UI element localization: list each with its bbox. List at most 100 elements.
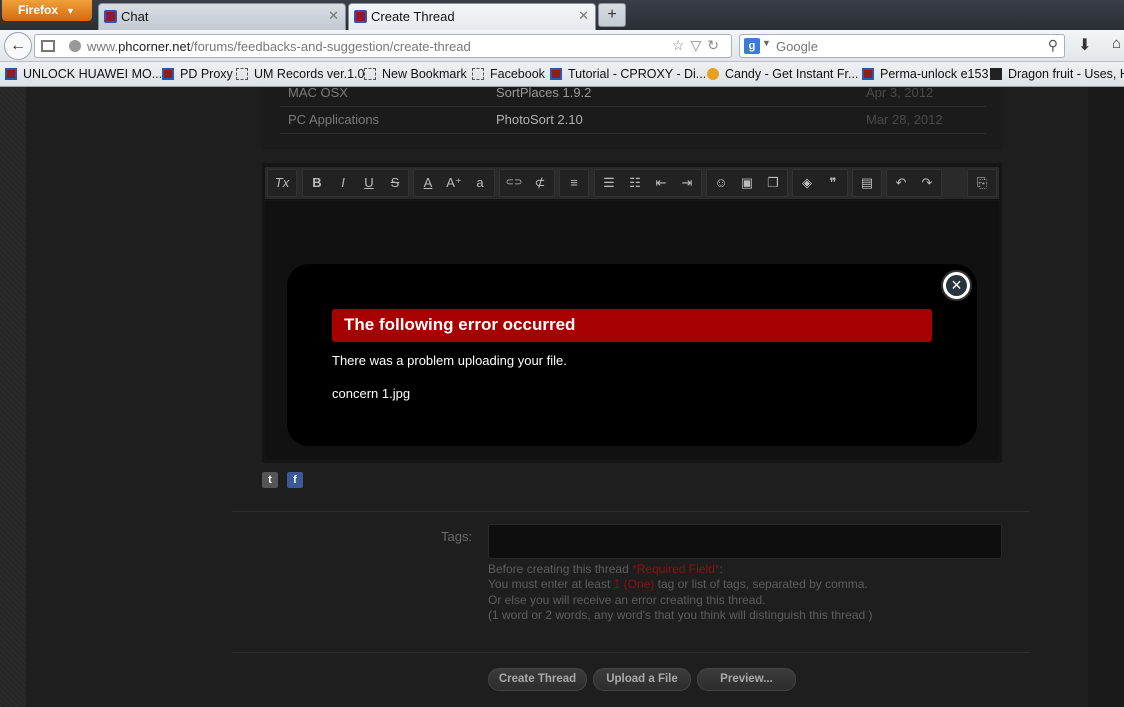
search-engine-dropdown-icon[interactable]: ▼: [762, 38, 771, 48]
bookmark-label: UM Records ver.1.0: [254, 67, 365, 81]
numbered-list-icon[interactable]: ☷: [624, 175, 646, 191]
link-icon[interactable]: ⊂⊃: [503, 177, 525, 188]
chevron-down-icon: ▼: [66, 6, 75, 16]
back-arrow-icon: ←: [10, 37, 26, 54]
close-icon: ×: [946, 275, 967, 296]
indent-icon[interactable]: ⇥: [676, 175, 698, 191]
error-title: The following error occurred: [332, 309, 932, 342]
bookmark-label: New Bookmark: [382, 67, 467, 81]
blank-page-icon: [472, 68, 484, 80]
bookmark-item[interactable]: Perma-unlock e153: [862, 67, 988, 81]
toolbar-group: ⊂⊃ ⊄: [499, 169, 555, 197]
back-button[interactable]: ←: [4, 32, 32, 60]
save-draft-icon[interactable]: ▤: [856, 175, 878, 191]
close-tab-icon[interactable]: ✕: [328, 8, 339, 24]
tags-hint-line4: (1 word or 2 words, any word's that you …: [488, 608, 873, 622]
search-placeholder: Google: [776, 39, 818, 54]
right-gutter: [1088, 87, 1124, 707]
hint-emphasis: 1 (One): [613, 577, 655, 591]
phcorner-favicon-icon: [104, 10, 117, 23]
toggle-source-icon[interactable]: ⎘: [971, 175, 993, 191]
bookmark-label: UNLOCK HUAWEI MO...: [23, 67, 163, 81]
dropdown-icon[interactable]: ▽: [690, 37, 707, 53]
bookmark-item[interactable]: New Bookmark: [364, 67, 467, 81]
left-gutter: [0, 87, 26, 707]
firefox-menu-label: Firefox: [18, 3, 59, 17]
url-path: /forums/feedbacks-and-suggestion/create-…: [190, 39, 471, 54]
font-family-icon[interactable]: a: [469, 175, 491, 190]
divider: [232, 652, 1030, 653]
recent-threads-table: MAC OSX SortPlaces 1.9.2 Apr 3, 2012 PC …: [262, 85, 1002, 149]
bookmark-item[interactable]: Dragon fruit - Uses, H: [990, 67, 1124, 81]
undo-icon[interactable]: ↶: [890, 175, 912, 191]
download-icon[interactable]: ⬇: [1078, 35, 1091, 55]
smilie-icon[interactable]: ☺: [710, 175, 732, 190]
tags-label: Tags:: [441, 529, 473, 544]
twitter-icon[interactable]: t: [262, 472, 278, 488]
row-title[interactable]: SortPlaces 1.9.2: [496, 85, 591, 100]
toolbar-group: ◈ ❞: [792, 169, 848, 197]
bookmark-star-icon[interactable]: ☆: [672, 37, 691, 53]
new-tab-button[interactable]: +: [598, 3, 626, 27]
bookmark-item[interactable]: UM Records ver.1.0: [236, 67, 364, 81]
table-row[interactable]: PC Applications PhotoSort 2.10 Mar 28, 2…: [280, 107, 986, 134]
redo-icon[interactable]: ↷: [916, 175, 938, 191]
bookmark-label: Dragon fruit - Uses, H: [1008, 67, 1124, 81]
bold-icon[interactable]: B: [306, 175, 328, 190]
bookmark-label: Perma-unlock e153: [880, 67, 989, 81]
home-icon[interactable]: ⌂: [1112, 35, 1121, 52]
bullet-list-icon[interactable]: ☰: [598, 175, 620, 191]
unlink-icon[interactable]: ⊄: [529, 175, 551, 191]
blank-page-icon: [236, 68, 248, 80]
google-icon[interactable]: g: [744, 38, 760, 54]
bookmark-item[interactable]: Facebook: [472, 67, 545, 81]
bookmark-label: Tutorial - CPROXY - Di...: [568, 67, 707, 81]
tab-create-thread[interactable]: Create Thread ✕: [348, 3, 596, 30]
hint-text: You must enter at least: [488, 577, 614, 591]
remove-format-icon[interactable]: Tx: [271, 175, 293, 190]
text-color-icon[interactable]: A: [417, 175, 439, 190]
font-size-icon[interactable]: A⁺: [443, 175, 465, 191]
candy-icon: [707, 68, 719, 80]
tags-hint-line2: You must enter at least 1 (One) tag or l…: [488, 577, 868, 591]
strikethrough-icon[interactable]: S: [384, 175, 406, 190]
toolbar-group: ↶ ↷: [886, 169, 942, 197]
url-domain: phcorner.net: [118, 39, 191, 54]
bookmark-item[interactable]: UNLOCK HUAWEI MO...: [5, 67, 162, 81]
quote-icon[interactable]: ❞: [822, 175, 844, 191]
tab-label: Chat: [121, 9, 149, 24]
bookmark-item[interactable]: Candy - Get Instant Fr...: [707, 67, 858, 81]
upload-file-button[interactable]: Upload a File: [593, 668, 691, 691]
site-identity-icon[interactable]: [69, 40, 81, 52]
tags-input[interactable]: [488, 524, 1002, 559]
underline-icon[interactable]: U: [358, 175, 380, 190]
italic-icon[interactable]: I: [332, 175, 354, 190]
modal-close-button[interactable]: ×: [943, 272, 970, 299]
reload-icon[interactable]: ↻: [707, 37, 725, 53]
close-tab-icon[interactable]: ✕: [578, 8, 589, 24]
bookmark-item[interactable]: Tutorial - CPROXY - Di...: [550, 67, 706, 81]
image-icon[interactable]: ▣: [736, 175, 758, 191]
error-filename: concern 1.jpg: [332, 386, 411, 401]
media-icon[interactable]: ❐: [762, 175, 784, 191]
facebook-icon[interactable]: f: [287, 472, 303, 488]
preview-button[interactable]: Preview...: [697, 668, 796, 691]
outdent-icon[interactable]: ⇤: [650, 175, 672, 191]
divider: [232, 511, 1030, 512]
firefox-menu-button[interactable]: Firefox ▼: [2, 0, 92, 21]
row-date: Apr 3, 2012: [866, 85, 934, 100]
toolbar-group: ☰ ☷ ⇤ ⇥: [594, 169, 702, 197]
search-bar[interactable]: g ▼ Google ⚲: [739, 34, 1065, 58]
phcorner-icon: [862, 68, 874, 80]
align-icon[interactable]: ≡: [563, 175, 585, 190]
row-title[interactable]: PhotoSort 2.10: [496, 112, 583, 127]
table-row[interactable]: MAC OSX SortPlaces 1.9.2 Apr 3, 2012: [280, 80, 986, 107]
hint-text: :: [719, 562, 723, 576]
search-icon[interactable]: ⚲: [1048, 37, 1058, 54]
bookmark-item[interactable]: PD Proxy: [162, 67, 233, 81]
create-thread-button[interactable]: Create Thread: [488, 668, 587, 691]
tab-chat[interactable]: Chat ✕: [98, 3, 346, 30]
code-icon[interactable]: ◈: [796, 175, 818, 191]
toolbar-group: ☺ ▣ ❐: [706, 169, 788, 197]
url-bar[interactable]: www.phcorner.net/forums/feedbacks-and-su…: [34, 34, 732, 58]
